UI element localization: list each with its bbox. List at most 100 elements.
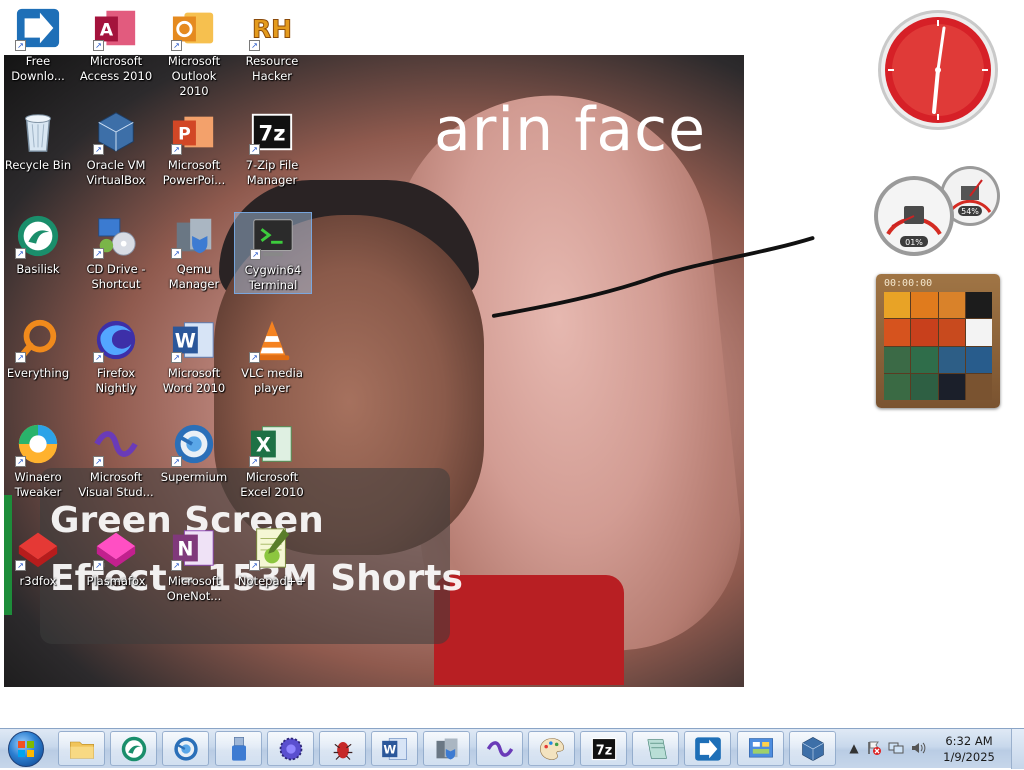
taskbar-button-bug-tool[interactable] (319, 731, 366, 766)
desktop-shortcut-label: CD Drive - Shortcut (86, 262, 146, 291)
desktop-shortcut-qemu-manager[interactable]: ↗ Qemu Manager (156, 212, 232, 292)
tray-clock[interactable]: 6:32 AM 1/9/2025 (932, 733, 1006, 765)
desktop-shortcut-label: Notepad++ (237, 574, 307, 588)
desktop-shortcut-basilisk[interactable]: ↗ Basilisk (0, 212, 76, 277)
taskbar-button-supermium[interactable] (162, 731, 209, 766)
windows-logo-icon (8, 731, 44, 767)
cpu-meter-gadget[interactable]: 01% 54% (874, 164, 1002, 258)
virtualbox-icon (799, 735, 827, 763)
puzzle-tile[interactable] (938, 346, 965, 373)
taskbar-button-windows-explorer[interactable] (58, 731, 105, 766)
puzzle-tile[interactable] (938, 319, 965, 346)
desktop-shortcut-virtualbox[interactable]: ↗ Oracle VM VirtualBox (78, 108, 154, 188)
desktop-shortcut-onenote[interactable]: N ↗ Microsoft OneNot... (156, 524, 232, 604)
shortcut-arrow-icon: ↗ (93, 456, 104, 467)
shortcut-arrow-icon: ↗ (249, 456, 260, 467)
shortcut-arrow-icon: ↗ (171, 248, 182, 259)
puzzle-tile[interactable] (911, 319, 938, 346)
taskbar-button-control-panel[interactable] (737, 731, 784, 766)
desktop-shortcut-label: Firefox Nightly (95, 366, 137, 395)
desktop-shortcut-visual-studio[interactable]: ↗ Microsoft Visual Stud... (78, 420, 154, 500)
access-icon: A ↗ (92, 4, 140, 52)
taskbar-button-visual-studio[interactable] (476, 731, 523, 766)
puzzle-tile[interactable] (938, 292, 965, 319)
recycle-bin-icon (14, 108, 62, 156)
puzzle-tile[interactable] (884, 292, 911, 319)
puzzle-tile[interactable] (965, 373, 992, 400)
free-download-manager-icon: ↗ (14, 4, 62, 52)
show-desktop-button[interactable] (1011, 729, 1024, 769)
desktop-shortcut-vlc[interactable]: ↗ VLC media player (234, 316, 310, 396)
taskbar-button-virtualbox[interactable] (789, 731, 836, 766)
desktop-shortcut-label: Plasmafox (86, 574, 146, 588)
desktop-shortcut-label: Free Downlo... (11, 54, 65, 83)
svg-text:N: N (177, 538, 193, 561)
basilisk-icon (120, 735, 148, 763)
svg-text:X: X (256, 434, 271, 457)
desktop-shortcut-supermium[interactable]: ↗ Supermium (156, 420, 232, 485)
chevron-up-icon[interactable]: ▲ (846, 740, 862, 756)
taskbar-button-paint[interactable] (528, 731, 575, 766)
cpu-usage-value: 01% (905, 238, 923, 247)
taskbar-button-basilisk[interactable] (110, 731, 157, 766)
resource-hacker-icon: RH ↗ (248, 4, 296, 52)
virtualbox-icon: ↗ (92, 108, 140, 156)
shortcut-arrow-icon: ↗ (93, 352, 104, 363)
puzzle-tile[interactable] (884, 319, 911, 346)
desktop-shortcut-resource-hacker[interactable]: RH ↗ Resource Hacker (234, 4, 310, 84)
start-button[interactable] (4, 730, 48, 768)
svg-text:7z: 7z (595, 743, 611, 758)
desktop-shortcut-access[interactable]: A ↗ Microsoft Access 2010 (78, 4, 154, 84)
shortcut-arrow-icon: ↗ (15, 248, 26, 259)
usb-icon (225, 735, 253, 763)
puzzle-tile[interactable] (911, 292, 938, 319)
shortcut-arrow-icon: ↗ (249, 352, 260, 363)
taskbar-button-word[interactable]: W (371, 731, 418, 766)
picture-puzzle-gadget[interactable]: 00:00:00 (876, 274, 1000, 408)
puzzle-tile[interactable] (884, 373, 911, 400)
desktop-shortcut-label: r3dfox (19, 574, 57, 588)
clock-gadget[interactable] (876, 8, 1000, 132)
puzzle-tile[interactable] (938, 373, 965, 400)
excel-icon: X ↗ (248, 420, 296, 468)
taskbar-button-free-download-manager[interactable] (684, 731, 731, 766)
desktop-shortcut-outlook[interactable]: ↗ Microsoft Outlook 2010 (156, 4, 232, 99)
desktop-shortcut-label: Winaero Tweaker (14, 470, 62, 499)
outlook-icon: ↗ (170, 4, 218, 52)
puzzle-tile[interactable] (965, 292, 992, 319)
vlc-icon: ↗ (248, 316, 296, 364)
desktop-shortcut-r3dfox[interactable]: ↗ r3dfox (0, 524, 76, 589)
puzzle-timer: 00:00:00 (884, 278, 933, 289)
desktop-shortcut-notepad-plus-plus[interactable]: ↗ Notepad++ (234, 524, 310, 589)
taskbar-button-7zip[interactable]: 7z (580, 731, 627, 766)
puzzle-tile[interactable] (965, 319, 992, 346)
winaero-tweaker-icon: ↗ (14, 420, 62, 468)
puzzle-tile[interactable] (911, 346, 938, 373)
desktop-shortcut-label: Microsoft PowerPoi... (162, 158, 226, 187)
desktop-shortcut-everything-search[interactable]: ↗ Everything (0, 316, 76, 381)
desktop-shortcut-cd-drive[interactable]: ↗ CD Drive - Shortcut (78, 212, 154, 292)
taskbar-button-qemu-manager[interactable] (423, 731, 470, 766)
supermium-icon (172, 735, 200, 763)
puzzle-tile[interactable] (884, 346, 911, 373)
taskbar-button-gear-app[interactable] (267, 731, 314, 766)
volume-icon[interactable] (910, 740, 926, 756)
network-icon[interactable] (888, 740, 904, 756)
taskbar-button-usb-tool[interactable] (215, 731, 262, 766)
desktop-shortcut-label: VLC media player (241, 366, 303, 395)
desktop-shortcut-free-download-manager[interactable]: ↗ Free Downlo... (0, 4, 76, 84)
desktop-shortcut-seven-zip[interactable]: 7z ↗ 7-Zip File Manager (234, 108, 310, 188)
taskbar-button-notepad-like[interactable] (632, 731, 679, 766)
memory-usage-value: 54% (961, 207, 979, 216)
puzzle-tile[interactable] (965, 346, 992, 373)
desktop-shortcut-powerpoint[interactable]: P ↗ Microsoft PowerPoi... (156, 108, 232, 188)
desktop-shortcut-recycle-bin[interactable]: Recycle Bin (0, 108, 76, 173)
desktop-shortcut-plasmafox[interactable]: ↗ Plasmafox (78, 524, 154, 589)
action-center-flag-icon[interactable] (866, 740, 882, 756)
desktop-shortcut-firefox-nightly[interactable]: ↗ Firefox Nightly (78, 316, 154, 396)
desktop-shortcut-word[interactable]: W ↗ Microsoft Word 2010 (156, 316, 232, 396)
desktop-shortcut-cygwin-terminal[interactable]: ↗ Cygwin64 Terminal (234, 212, 312, 294)
puzzle-tile[interactable] (911, 373, 938, 400)
desktop-shortcut-excel[interactable]: X ↗ Microsoft Excel 2010 (234, 420, 310, 500)
desktop-shortcut-winaero-tweaker[interactable]: ↗ Winaero Tweaker (0, 420, 76, 500)
